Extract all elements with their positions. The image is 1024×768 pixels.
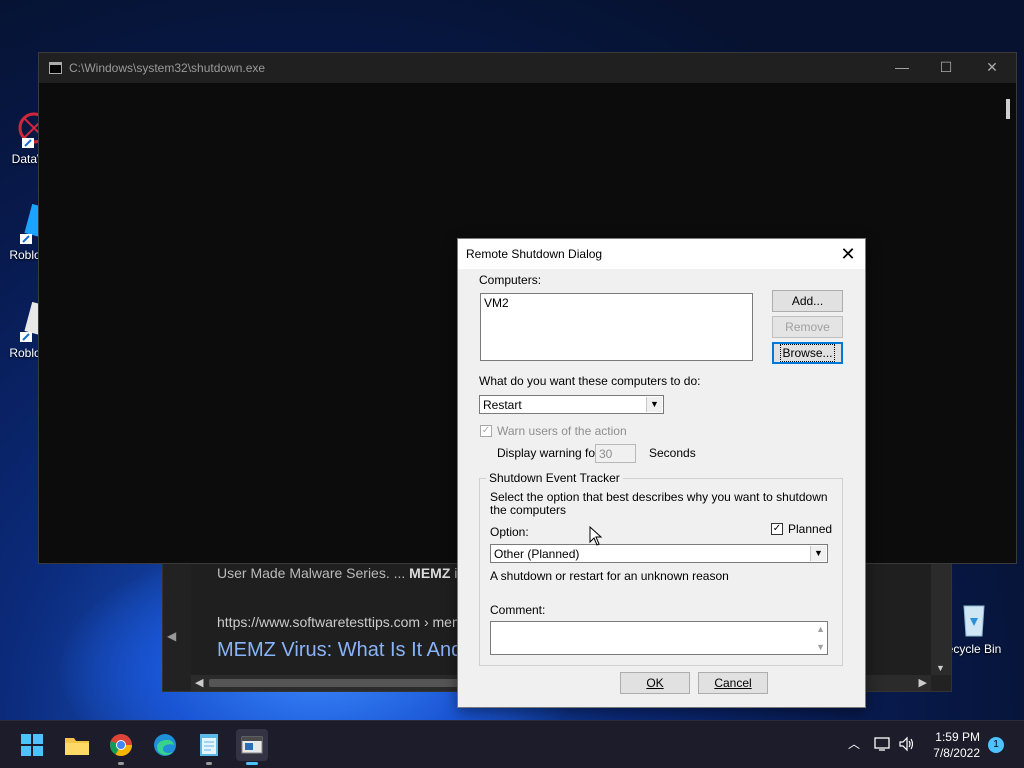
comment-label: Comment: [490,603,546,617]
tracker-legend: Shutdown Event Tracker [486,471,623,485]
seconds-label: Seconds [649,446,696,460]
display-warning-label: Display warning for [497,446,600,460]
tracker-description: Select the option that best describes wh… [490,490,828,517]
search-result-link[interactable]: MEMZ Virus: What Is It And [217,639,462,662]
mouse-cursor-icon [589,525,603,549]
taskbar-console-app[interactable] [236,729,268,765]
remove-button[interactable]: Remove [772,316,843,338]
desktop-icon-recycle-bin[interactable]: ecycle Bin [944,598,1004,656]
ok-button[interactable]: OK [620,672,690,694]
scroll-up-icon[interactable]: ▲ [816,624,825,634]
planned-label: Planned [788,522,833,536]
warn-users-checkbox[interactable]: ✓ [480,425,492,437]
chevron-down-icon[interactable]: ▼ [810,546,826,561]
taskbar: ︿ 1:59 PM 7/8/2022 1 [0,720,1024,768]
chevron-down-icon[interactable]: ▼ [646,397,662,412]
system-clock[interactable]: 1:59 PM 7/8/2022 [920,729,980,761]
console-app-icon [241,736,263,754]
cancel-button[interactable]: Cancel [698,672,768,694]
dialog-titlebar[interactable]: Remote Shutdown Dialog ✕ [458,239,865,269]
action-select-value: Restart [483,398,522,412]
browse-button[interactable]: Browse... [772,342,843,364]
desktop-icon-label: ecycle Bin [946,642,1002,656]
taskbar-file-explorer[interactable] [61,729,93,761]
active-indicator [246,762,258,765]
comment-textarea[interactable]: ▲ ▼ [490,621,828,655]
option-label: Option: [490,525,529,539]
reason-text: A shutdown or restart for an unknown rea… [490,569,729,583]
network-icon[interactable] [874,736,892,755]
start-icon [21,734,43,756]
planned-checkbox[interactable]: ✓ [771,523,783,535]
search-result-snippet: User Made Malware Series. ... MEMZ i [217,565,458,581]
maximize-icon[interactable]: ☐ [936,59,956,77]
shutdown-event-tracker-group: Shutdown Event Tracker Select the option… [479,471,843,666]
notepad-icon [200,734,218,756]
taskbar-notepad[interactable] [193,729,225,765]
clock-time: 1:59 PM [935,730,980,744]
warning-seconds-input[interactable]: 30 [595,444,636,463]
option-select[interactable]: Other (Planned) ▼ [490,544,828,563]
search-result-url: https://www.softwaretesttips.com › mem [217,614,464,630]
warn-users-label: Warn users of the action [497,424,627,438]
close-icon[interactable]: ✕ [982,59,1002,77]
computers-listbox[interactable]: VM2 [480,293,753,361]
console-titlebar[interactable]: C:\Windows\system32\shutdown.exe — ☐ ✕ [39,53,1016,83]
console-title: C:\Windows\system32\shutdown.exe [69,61,266,75]
taskbar-chrome[interactable] [105,729,137,765]
action-label: What do you want these computers to do: [479,374,701,388]
action-select[interactable]: Restart ▼ [479,395,664,414]
scroll-right-icon[interactable]: ▶ [919,676,927,689]
remote-shutdown-dialog: Remote Shutdown Dialog ✕ Computers: VM2 … [457,238,866,708]
option-select-value: Other (Planned) [494,547,580,561]
show-hidden-icons-chevron-icon[interactable]: ︿ [848,735,860,752]
clock-date: 7/8/2022 [933,746,980,760]
notification-badge[interactable]: 1 [988,737,1004,753]
file-explorer-icon [65,738,89,755]
computer-item[interactable]: VM2 [484,296,509,310]
dialog-title: Remote Shutdown Dialog [466,247,603,261]
edge-icon [154,734,176,756]
dialog-close-icon[interactable]: ✕ [837,243,859,265]
start-button[interactable] [16,729,48,761]
minimize-icon[interactable]: — [892,59,912,77]
vertical-scrollbar[interactable]: ▼ [931,561,951,675]
console-icon [49,62,62,74]
desktop: DataW Roblox Roblox ecycle Bin ◀ User Ma… [0,0,1024,720]
add-button[interactable]: Add... [772,290,843,312]
scroll-left-icon[interactable]: ◀ [195,676,203,689]
running-indicator [118,762,124,765]
taskbar-edge[interactable] [149,729,181,761]
computers-label: Computers: [479,273,542,287]
scroll-left-arrow-icon[interactable]: ◀ [167,629,176,643]
running-indicator [206,762,212,765]
chrome-icon [110,734,132,756]
volume-icon[interactable] [898,736,916,755]
scroll-down-icon[interactable]: ▼ [816,642,825,652]
recycle-bin-icon [954,598,994,638]
console-scrollbar-thumb[interactable] [1006,99,1010,119]
